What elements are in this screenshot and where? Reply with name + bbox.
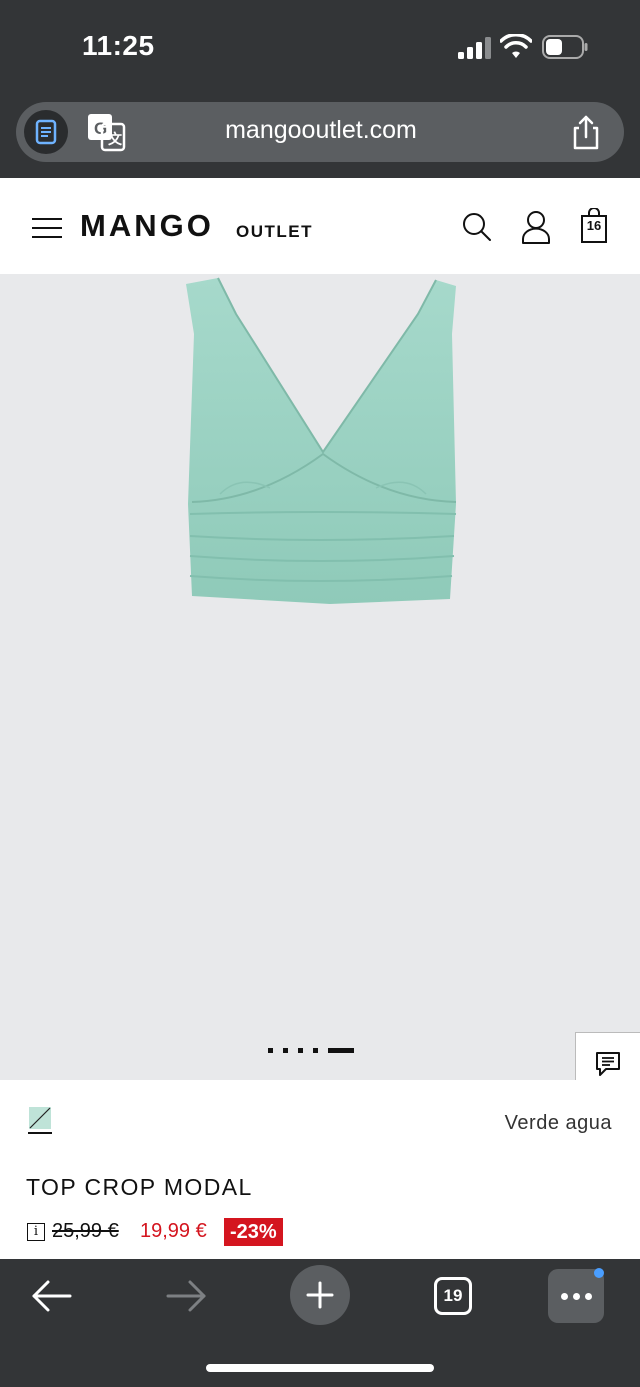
- status-time: 11:25: [82, 30, 155, 61]
- svg-text:G: G: [94, 119, 107, 138]
- bag-button[interactable]: 16: [578, 208, 610, 244]
- discount-badge: -23%: [224, 1218, 283, 1246]
- product-info: Verde agua TOP CROP MODAL i 25,99 € 19,9…: [0, 1080, 640, 1260]
- site-header: MANGO OUTLET 16: [0, 178, 640, 274]
- tabs-icon[interactable]: 19: [434, 1277, 472, 1315]
- wifi-icon: [500, 34, 532, 58]
- forward-icon[interactable]: [164, 1279, 208, 1313]
- svg-text:文: 文: [108, 131, 123, 148]
- url-pill[interactable]: G 文 mangooutlet.com: [16, 102, 624, 162]
- product-gallery[interactable]: [0, 274, 640, 1080]
- brand-logo-outlet[interactable]: OUTLET: [236, 222, 313, 242]
- pagination-dot-active[interactable]: [328, 1047, 354, 1053]
- share-icon[interactable]: [568, 114, 604, 150]
- reader-icon: [35, 119, 57, 145]
- brand-logo[interactable]: MANGO: [80, 208, 214, 244]
- price-info-icon[interactable]: i: [27, 1223, 45, 1241]
- account-icon[interactable]: [520, 210, 552, 244]
- notification-dot: [594, 1268, 604, 1278]
- new-tab-button[interactable]: [290, 1265, 350, 1325]
- product-image[interactable]: [180, 274, 462, 614]
- back-icon[interactable]: [30, 1279, 74, 1313]
- color-swatch[interactable]: [28, 1106, 52, 1134]
- status-bar: 11:25: [0, 0, 640, 96]
- pagination-dot[interactable]: [298, 1047, 303, 1053]
- original-price: 25,99 €: [52, 1220, 119, 1242]
- reader-button[interactable]: [24, 110, 68, 154]
- browser-address-bar: G 文 mangooutlet.com: [0, 96, 640, 178]
- search-icon[interactable]: [462, 212, 492, 242]
- plus-icon: [306, 1281, 334, 1309]
- translate-icon[interactable]: G 文: [86, 112, 126, 152]
- menu-icon[interactable]: [32, 218, 62, 238]
- battery-icon: [542, 35, 588, 59]
- color-name: Verde agua: [504, 1112, 612, 1134]
- pagination-dot[interactable]: [283, 1047, 288, 1053]
- signal-icon: [458, 37, 491, 59]
- bag-count: 16: [586, 218, 602, 233]
- sale-price: 19,99 €: [140, 1220, 207, 1242]
- chat-icon: [596, 1052, 620, 1076]
- pagination-dot[interactable]: [313, 1047, 318, 1053]
- url-text[interactable]: mangooutlet.com: [156, 116, 486, 145]
- product-title: TOP CROP MODAL: [26, 1174, 253, 1200]
- gallery-pagination: [268, 1047, 354, 1053]
- home-indicator[interactable]: [206, 1364, 434, 1372]
- pagination-dot[interactable]: [268, 1047, 273, 1053]
